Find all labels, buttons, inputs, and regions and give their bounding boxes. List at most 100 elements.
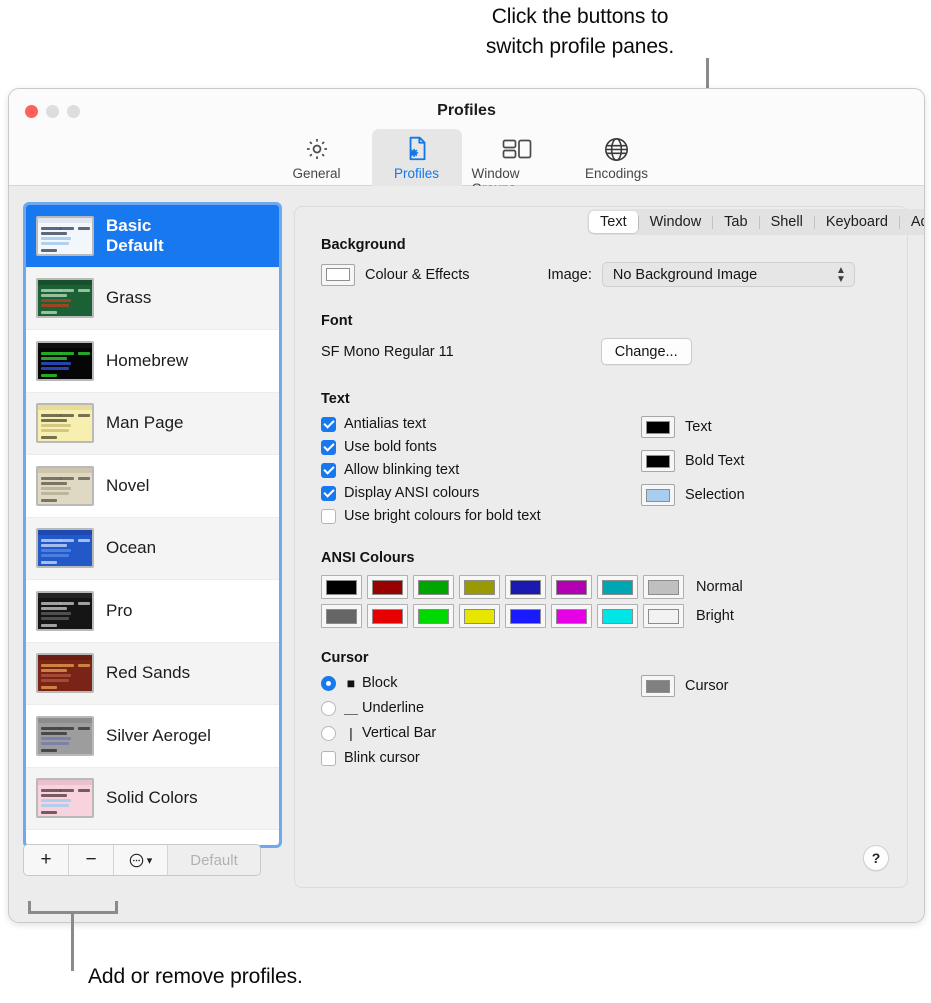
profile-list[interactable]: BasicDefault Grass HomebrewMan Page Novel Oc… bbox=[23, 202, 282, 848]
profile-list-item[interactable]: Novel bbox=[26, 455, 279, 518]
callout-top-line1: Click the buttons to bbox=[395, 2, 765, 32]
checkbox-box[interactable] bbox=[321, 417, 336, 432]
tab-shell[interactable]: Shell bbox=[760, 211, 814, 233]
toolbar-label-general: General bbox=[292, 166, 340, 181]
profile-name: Novel bbox=[106, 476, 149, 496]
ansi-colour-swatch bbox=[510, 609, 541, 624]
ansi-colour-well[interactable] bbox=[551, 575, 592, 599]
profile-name: Red Sands bbox=[106, 663, 190, 683]
ansi-colour-well[interactable] bbox=[643, 604, 684, 628]
ansi-colour-well[interactable] bbox=[367, 575, 408, 599]
radio-button[interactable] bbox=[321, 726, 336, 741]
background-colour-well[interactable] bbox=[321, 264, 355, 286]
profile-list-item[interactable]: Solid Colors bbox=[26, 768, 279, 831]
profile-actions-menu-button[interactable]: ▾ bbox=[114, 845, 168, 875]
profile-thumbnail bbox=[36, 341, 94, 381]
cursor-colour-well[interactable] bbox=[641, 675, 675, 697]
callout-bottom-leader-vertical bbox=[71, 911, 74, 971]
text-checkbox-group: Antialias text Use bold fonts Allow blinki… bbox=[321, 416, 631, 531]
help-button[interactable]: ? bbox=[863, 845, 889, 871]
checkbox-display-ansi-colours[interactable]: Display ANSI colours bbox=[321, 485, 631, 501]
radio-underline[interactable]: ＿Underline bbox=[321, 698, 631, 718]
add-profile-button[interactable]: + bbox=[24, 845, 69, 875]
checkbox-box[interactable] bbox=[321, 463, 336, 478]
radio-vertical-bar[interactable]: |Vertical Bar bbox=[321, 725, 631, 741]
cursor-shape-glyph: ■ bbox=[344, 675, 358, 691]
ansi-colour-well[interactable] bbox=[551, 604, 592, 628]
colour-swatch bbox=[646, 421, 670, 434]
callout-bottom-bracket-right-tick bbox=[115, 901, 118, 914]
ellipsis-circle-icon bbox=[129, 853, 144, 868]
profile-name-block: Novel bbox=[94, 476, 149, 496]
checkbox-use-bright-colours-for-bold-text[interactable]: Use bright colours for bold text bbox=[321, 508, 631, 524]
checkbox-blink-cursor[interactable]: Blink cursor bbox=[321, 750, 631, 766]
profile-list-item[interactable]: Silver Aerogel bbox=[26, 705, 279, 768]
ansi-row-bright: Bright bbox=[321, 604, 881, 628]
background-image-label: Image: bbox=[548, 267, 592, 283]
profile-list-item[interactable]: Homebrew bbox=[26, 330, 279, 393]
tab-window[interactable]: Window bbox=[639, 211, 713, 233]
cursor-shape-glyph: ＿ bbox=[344, 698, 358, 718]
checkbox-box[interactable] bbox=[321, 509, 336, 524]
checkbox-box[interactable] bbox=[321, 440, 336, 455]
radio-button[interactable] bbox=[321, 701, 336, 716]
tab-keyboard[interactable]: Keyboard bbox=[815, 211, 899, 233]
profile-list-item[interactable]: Ocean bbox=[26, 518, 279, 581]
checkbox-allow-blinking-text[interactable]: Allow blinking text bbox=[321, 462, 631, 478]
tab-tab[interactable]: Tab bbox=[713, 211, 758, 233]
profile-name-block: BasicDefault bbox=[94, 216, 164, 256]
profile-list-toolbar[interactable]: + − ▾ Default bbox=[23, 844, 261, 876]
ansi-colour-well[interactable] bbox=[367, 604, 408, 628]
ansi-colour-well[interactable] bbox=[459, 575, 500, 599]
profile-list-item[interactable]: BasicDefault bbox=[26, 205, 279, 268]
ansi-colour-well[interactable] bbox=[321, 604, 362, 628]
text-colour-well[interactable] bbox=[641, 416, 675, 438]
radio-button[interactable] bbox=[321, 676, 336, 691]
checkbox-label: Antialias text bbox=[344, 416, 426, 432]
background-image-select[interactable]: No Background Image ▲▼ bbox=[602, 262, 855, 287]
tab-text[interactable]: Text bbox=[589, 211, 638, 233]
remove-profile-button[interactable]: − bbox=[69, 845, 114, 875]
profile-thumbnail bbox=[36, 778, 94, 818]
ansi-row-label: Bright bbox=[696, 608, 734, 624]
ansi-colour-well[interactable] bbox=[597, 604, 638, 628]
settings-tabbar[interactable]: TextWindowTabShellKeyboardAdvanced bbox=[587, 209, 925, 235]
checkbox-box[interactable] bbox=[321, 751, 336, 766]
ansi-colour-well[interactable] bbox=[321, 575, 362, 599]
profile-name: Pro bbox=[106, 601, 132, 621]
checkbox-use-bold-fonts[interactable]: Use bold fonts bbox=[321, 439, 631, 455]
profile-list-item[interactable]: Grass bbox=[26, 268, 279, 331]
ansi-colour-swatch bbox=[648, 609, 679, 624]
profile-name: Ocean bbox=[106, 538, 156, 558]
font-section-heading: Font bbox=[321, 313, 881, 329]
checkbox-antialias-text[interactable]: Antialias text bbox=[321, 416, 631, 432]
change-font-button[interactable]: Change... bbox=[601, 338, 692, 365]
ansi-row-normal: Normal bbox=[321, 575, 881, 599]
profile-name: Grass bbox=[106, 288, 151, 308]
checkbox-box[interactable] bbox=[321, 486, 336, 501]
ansi-colour-well[interactable] bbox=[413, 604, 454, 628]
checkbox-label: Blink cursor bbox=[344, 750, 420, 766]
colour-well-row: Bold Text bbox=[641, 450, 745, 472]
ansi-colour-well[interactable] bbox=[505, 604, 546, 628]
cursor-colour-well-row: Cursor bbox=[641, 675, 729, 697]
background-section-heading: Background bbox=[321, 237, 881, 253]
profile-settings-pane: TextWindowTabShellKeyboardAdvanced Backg… bbox=[294, 206, 908, 888]
tab-advanced[interactable]: Advanced bbox=[900, 211, 925, 233]
selection-colour-well[interactable] bbox=[641, 484, 675, 506]
colour-well-row: Text bbox=[641, 416, 745, 438]
set-default-button[interactable]: Default bbox=[168, 845, 260, 875]
profile-list-item[interactable]: Pro bbox=[26, 580, 279, 643]
ansi-colour-well[interactable] bbox=[459, 604, 500, 628]
radio-block[interactable]: ■Block bbox=[321, 675, 631, 691]
ansi-colour-well[interactable] bbox=[597, 575, 638, 599]
ansi-colour-well[interactable] bbox=[505, 575, 546, 599]
profile-list-item[interactable]: Man Page bbox=[26, 393, 279, 456]
profile-list-item[interactable]: Red Sands bbox=[26, 643, 279, 706]
profile-name-block: Solid Colors bbox=[94, 788, 198, 808]
profile-name-block: Grass bbox=[94, 288, 151, 308]
text-section-row: Antialias text Use bold fonts Allow blinki… bbox=[321, 416, 881, 531]
ansi-colour-well[interactable] bbox=[413, 575, 454, 599]
ansi-colour-well[interactable] bbox=[643, 575, 684, 599]
bold-text-colour-well[interactable] bbox=[641, 450, 675, 472]
